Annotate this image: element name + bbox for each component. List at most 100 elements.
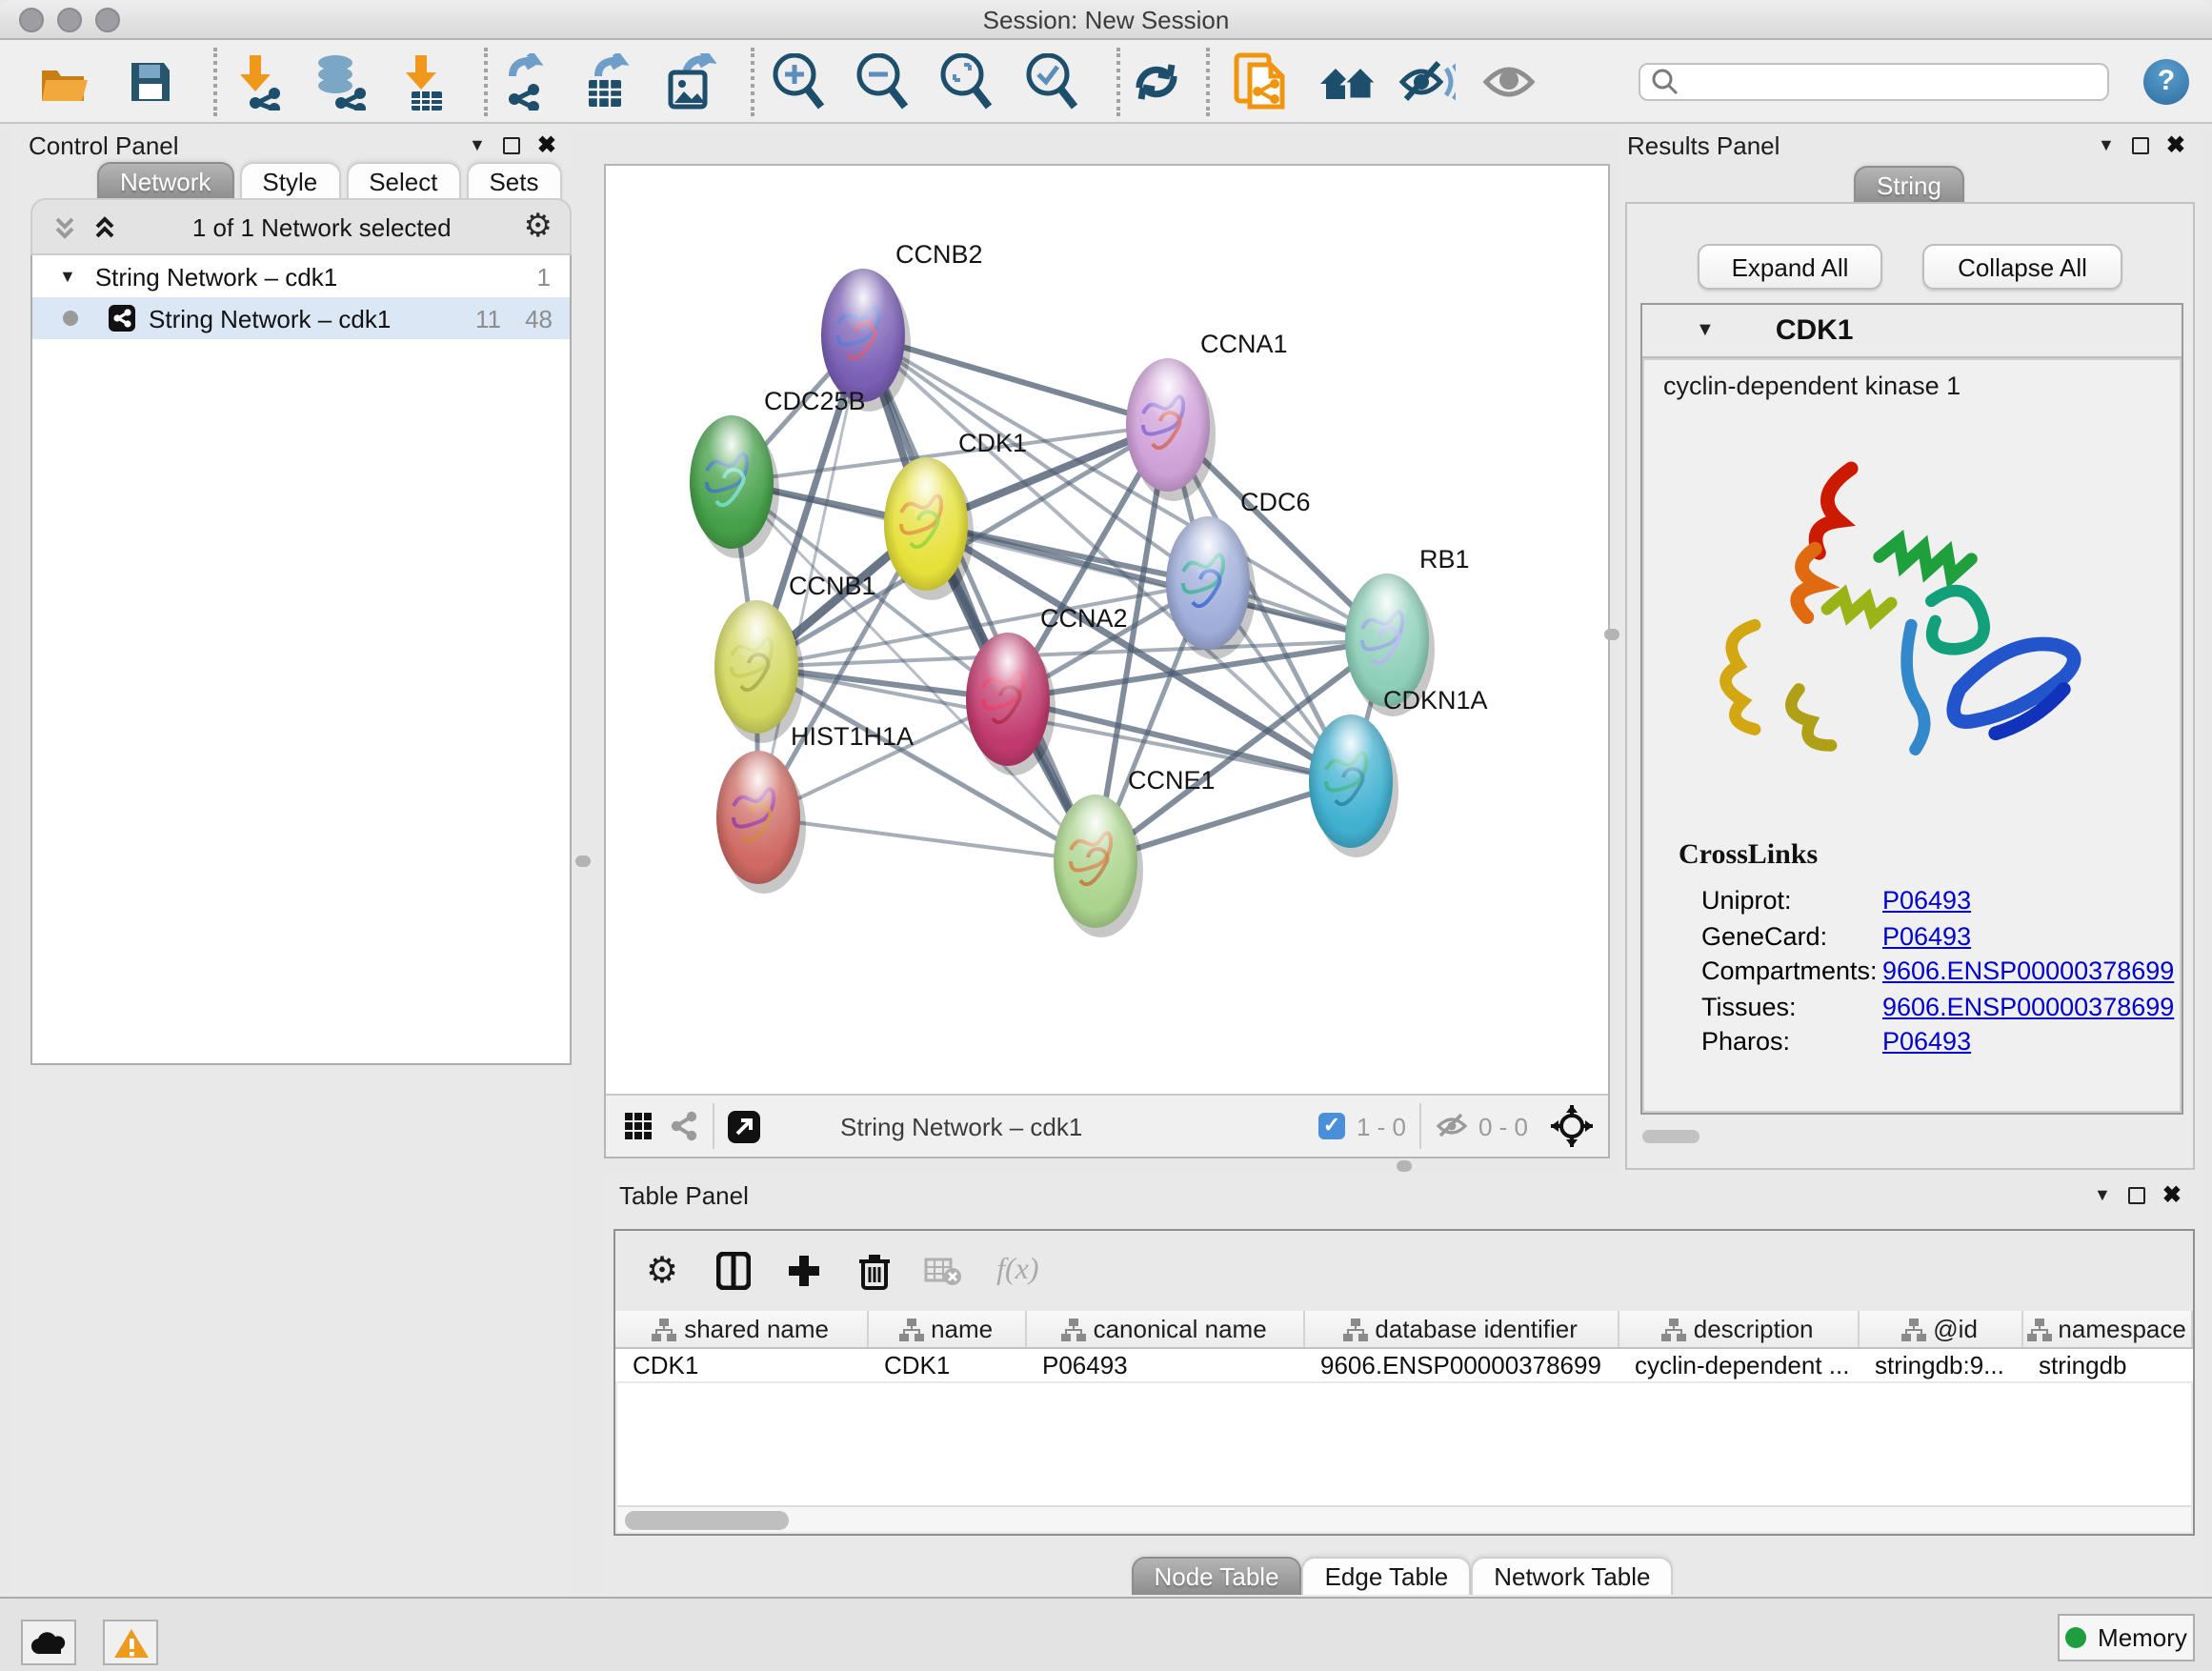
network-node-cdc6[interactable]: CDC6 (1166, 488, 1311, 659)
delete-column-trash-icon[interactable] (859, 1252, 890, 1290)
home-icon[interactable] (1317, 53, 1374, 111)
close-panel-icon[interactable]: ✖ (2166, 135, 2185, 154)
node-label: CDC25B (764, 387, 866, 415)
tab-edge-table[interactable]: Edge Table (1302, 1557, 1472, 1595)
close-panel-icon[interactable]: ✖ (537, 135, 556, 154)
refresh-view-icon[interactable] (1128, 53, 1185, 111)
panel-menu-icon[interactable]: ▼ (2094, 1185, 2111, 1204)
show-glass-panel-icon[interactable] (1482, 53, 1539, 111)
string-import-icon[interactable] (1233, 53, 1290, 111)
network-view[interactable]: CCNB2CCNA1CDC25BCDK1CDC6RB1CCNB1CCNA2CDK… (604, 164, 1610, 1158)
tab-style[interactable]: Style (239, 162, 340, 200)
network-share-icon[interactable] (669, 1111, 699, 1141)
export-image-icon[interactable] (661, 53, 718, 111)
node-table[interactable]: shared name name canonical name database… (615, 1311, 2192, 1381)
zoom-fit-icon[interactable] (937, 53, 995, 111)
control-panel: Control Panel ▼ ✖ Network Style Select S… (11, 124, 568, 1597)
bottom-splitter-handle[interactable] (1397, 1160, 1412, 1172)
open-in-browser-icon[interactable] (728, 1110, 760, 1142)
tab-sets[interactable]: Sets (466, 162, 561, 200)
panel-menu-icon[interactable]: ▼ (2098, 135, 2115, 154)
network-edge[interactable] (758, 817, 1096, 861)
gene-card-expander-icon[interactable]: ▼ (1696, 320, 1715, 341)
column-type-icon (2026, 1319, 2051, 1341)
panel-menu-icon[interactable]: ▼ (469, 135, 486, 154)
crosslink-tissues[interactable]: 9606.ENSP00000378699 (1882, 992, 2174, 1020)
memory-label: Memory (2098, 1623, 2187, 1652)
left-splitter-handle[interactable] (575, 856, 591, 867)
tab-network[interactable]: Network (97, 162, 233, 200)
create-column-plus-icon[interactable] (787, 1254, 821, 1288)
close-panel-icon[interactable]: ✖ (2162, 1185, 2182, 1204)
table-options-gear-icon[interactable]: ⚙ (646, 1249, 678, 1293)
network-edge[interactable] (863, 335, 1096, 861)
column-type-icon (1061, 1319, 1086, 1341)
expand-all-button[interactable]: Expand All (1698, 244, 1882, 290)
network-node-ccnb2[interactable]: CCNB2 (821, 240, 983, 412)
zoom-selected-icon[interactable] (1023, 53, 1080, 111)
birds-eye-grid-icon[interactable] (623, 1111, 654, 1141)
node-table-box: ⚙ f(x) shared name name canonical name d… (613, 1229, 2195, 1536)
collapse-all-button[interactable]: Collapse All (1922, 244, 2122, 290)
search-input[interactable] (1639, 63, 2109, 101)
network-node-cdkn1a[interactable]: CDKN1A (1309, 686, 1488, 857)
selected-items-checkbox-icon[interactable]: ✓ (1318, 1113, 1345, 1139)
open-session-icon[interactable] (36, 53, 93, 111)
warnings-button[interactable] (103, 1620, 158, 1665)
network-node-ccne1[interactable]: CCNE1 (1054, 766, 1216, 937)
float-panel-icon[interactable] (2132, 136, 2149, 153)
import-table-file-icon[interactable] (396, 53, 453, 111)
table-body-empty-area (617, 1383, 2191, 1505)
table-horizontal-scrollbar[interactable] (617, 1505, 2191, 1532)
import-network-database-icon[interactable] (311, 53, 368, 111)
network-row[interactable]: String Network – cdk1 11 48 (32, 297, 570, 339)
scrollbar-thumb[interactable] (625, 1511, 789, 1530)
hide-glass-panel-icon[interactable] (1398, 53, 1456, 111)
save-session-icon[interactable] (122, 53, 179, 111)
results-horizontal-scrollbar[interactable] (1642, 1130, 1699, 1143)
expand-all-networks-icon[interactable] (91, 212, 120, 241)
zoom-in-icon[interactable] (770, 53, 827, 111)
memory-button[interactable]: Memory (2058, 1614, 2195, 1661)
right-splitter-handle[interactable] (1604, 629, 1619, 640)
tab-string[interactable]: String (1854, 166, 1964, 204)
column-type-icon (899, 1319, 924, 1341)
crosslink-compartments[interactable]: 9606.ENSP00000378699 (1882, 956, 2174, 985)
network-graph[interactable]: CCNB2CCNA1CDC25BCDK1CDC6RB1CCNB1CCNA2CDK… (606, 166, 1608, 1094)
control-panel-title: Control Panel (29, 131, 179, 160)
crosslink-pharos[interactable]: P06493 (1882, 1027, 1971, 1056)
cloud-status-button[interactable] (21, 1620, 76, 1665)
network-node-hist1h1a[interactable]: HIST1H1A (716, 722, 914, 894)
help-button[interactable]: ? (2143, 59, 2189, 105)
table-row[interactable]: CDK1CDK1P064939606.ENSP00000378699cyclin… (615, 1347, 2191, 1381)
table-panel: Table Panel ▼ ✖ ⚙ f(x) shared name nam (604, 1174, 2201, 1597)
crosslink-genecard[interactable]: P06493 (1882, 921, 1971, 950)
import-network-file-icon[interactable] (229, 53, 286, 111)
float-panel-icon[interactable] (2128, 1186, 2145, 1203)
network-node-cdc25b[interactable]: CDC25B (690, 387, 866, 558)
table-header-row[interactable]: shared name name canonical name database… (615, 1311, 2191, 1347)
tab-select[interactable]: Select (346, 162, 460, 200)
tab-node-table[interactable]: Node Table (1131, 1557, 1301, 1595)
window-title: Session: New Session (0, 6, 2212, 34)
export-network-icon[interactable] (495, 53, 553, 111)
network-node-ccna1[interactable]: CCNA1 (1126, 330, 1288, 501)
column-header: database identifier (1303, 1311, 1618, 1347)
network-options-gear-icon[interactable]: ⚙ (524, 208, 553, 246)
collapse-all-networks-icon[interactable] (51, 212, 80, 241)
float-panel-icon[interactable] (503, 136, 520, 153)
tab-network-table[interactable]: Network Table (1471, 1557, 1673, 1595)
pan-crosshair-icon[interactable] (1551, 1105, 1593, 1147)
gene-card-header[interactable]: ▼ CDK1 (1642, 305, 2182, 358)
show-columns-icon[interactable] (716, 1252, 751, 1290)
results-panel: Results Panel ▼ ✖ String Expand All Coll… (1619, 124, 2201, 1174)
zoom-out-icon[interactable] (854, 53, 911, 111)
hidden-items-eye-icon (1435, 1113, 1469, 1139)
warning-icon (111, 1626, 150, 1659)
export-table-icon[interactable] (577, 53, 634, 111)
crosslink-uniprot[interactable]: P06493 (1882, 886, 1971, 915)
network-collection-row[interactable]: ▼ String Network – cdk1 1 (32, 255, 570, 297)
collection-expander-icon[interactable]: ▼ (59, 267, 76, 286)
table-toolbar: ⚙ f(x) (615, 1231, 2193, 1311)
current-network-dot-icon (63, 311, 78, 326)
